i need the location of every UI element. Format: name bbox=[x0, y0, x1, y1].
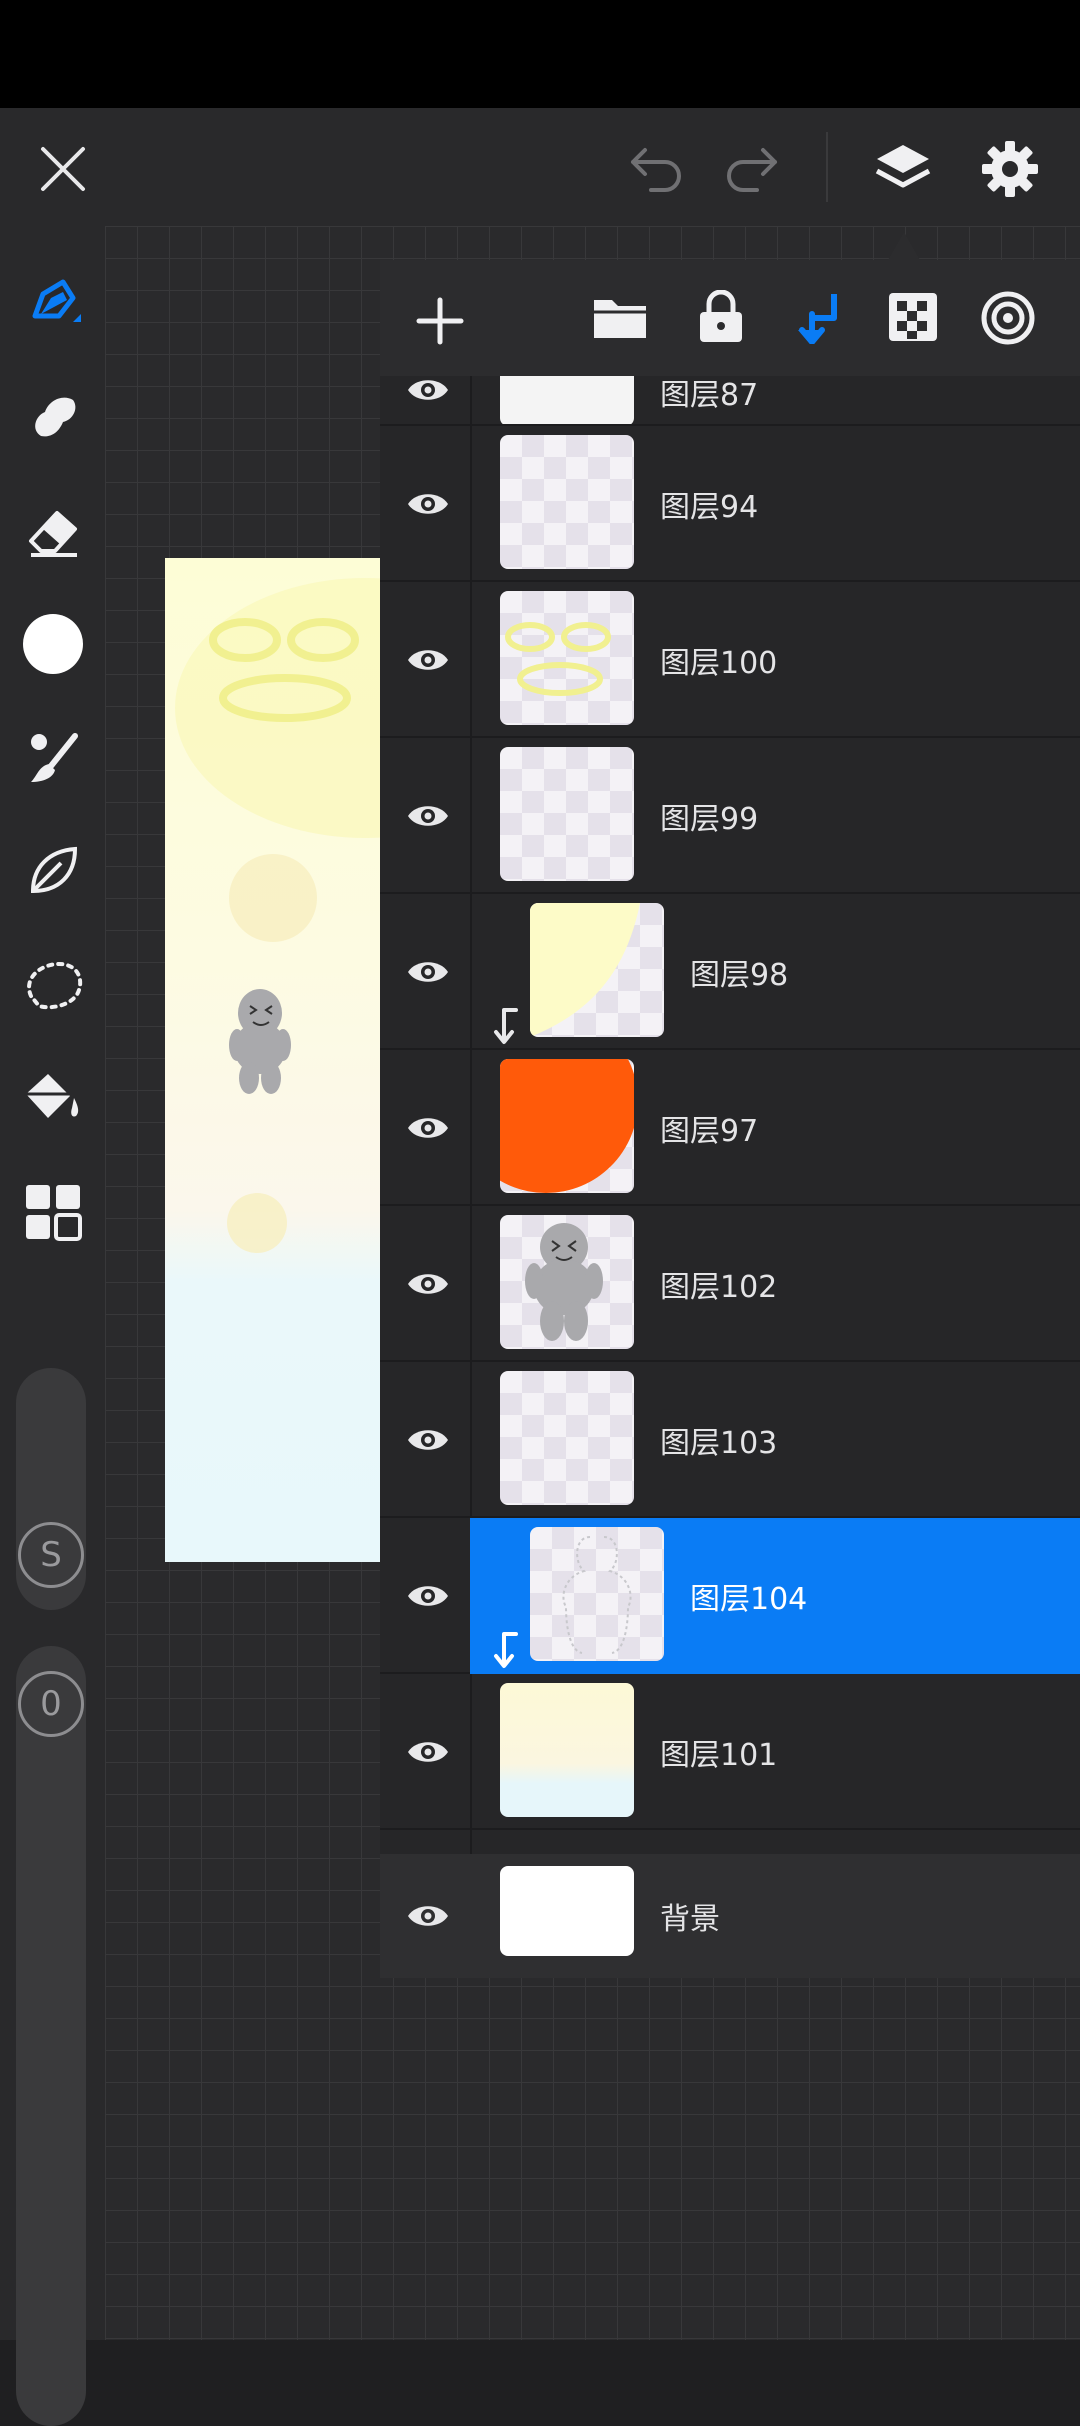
opacity-slider-knob[interactable]: 0 bbox=[18, 1671, 84, 1737]
layer-thumbnail bbox=[500, 591, 634, 725]
eye-icon[interactable] bbox=[400, 1412, 456, 1468]
layer-thumbnail bbox=[500, 1059, 634, 1193]
settings-gear-icon[interactable] bbox=[975, 134, 1045, 204]
background-layer-row[interactable]: 背景 bbox=[380, 1854, 1080, 1978]
layer-row[interactable]: 图层94 bbox=[380, 426, 1080, 582]
layer-name: 图层104 bbox=[690, 1582, 808, 1617]
layers-panel: 图层87 图层94 图层100 图层99 图层98 图层97 图层102 图层1… bbox=[380, 260, 1080, 1978]
brush-icon[interactable] bbox=[0, 262, 105, 342]
layers-icon[interactable] bbox=[868, 134, 938, 204]
layer-row[interactable]: 图层98 bbox=[380, 894, 1080, 1050]
liquify-icon[interactable] bbox=[0, 831, 105, 911]
layer-name: 图层102 bbox=[660, 1270, 778, 1305]
layer-name: 图层87 bbox=[660, 378, 759, 413]
status-bar bbox=[0, 0, 1080, 108]
background-layer-name: 背景 bbox=[660, 1902, 720, 1937]
panel-pointer bbox=[888, 232, 920, 260]
clipping-arrow-icon bbox=[490, 1006, 520, 1046]
eye-icon[interactable] bbox=[400, 1568, 456, 1624]
selection-icon[interactable] bbox=[0, 946, 105, 1026]
eye-icon[interactable] bbox=[400, 476, 456, 532]
eraser-icon[interactable] bbox=[0, 491, 105, 571]
layer-row[interactable]: 图层87 bbox=[380, 376, 1080, 426]
eye-icon[interactable] bbox=[400, 1888, 456, 1944]
size-slider-knob[interactable]: S bbox=[18, 1522, 84, 1588]
undo-icon[interactable] bbox=[620, 138, 690, 200]
layer-thumbnail bbox=[530, 1527, 664, 1661]
layer-row[interactable]: 图层99 bbox=[380, 738, 1080, 894]
eye-icon[interactable] bbox=[400, 376, 456, 418]
layer-name: 图层97 bbox=[660, 1114, 759, 1149]
eye-icon[interactable] bbox=[400, 1724, 456, 1780]
eye-icon[interactable] bbox=[400, 944, 456, 1000]
layer-row[interactable]: 图层102 bbox=[380, 1206, 1080, 1362]
layer-thumbnail bbox=[500, 435, 634, 569]
smudge-icon[interactable] bbox=[0, 376, 105, 456]
folder-icon[interactable] bbox=[592, 292, 648, 346]
eye-icon[interactable] bbox=[400, 632, 456, 688]
left-toolbar: S 0 bbox=[0, 226, 105, 2426]
layer-name: 图层99 bbox=[660, 802, 759, 837]
layer-thumbnail bbox=[500, 1683, 634, 1817]
top-bar bbox=[0, 108, 1080, 226]
clipping-mask-icon[interactable] bbox=[796, 290, 844, 348]
divider bbox=[826, 132, 828, 202]
blend-mode-icon[interactable] bbox=[980, 290, 1036, 350]
layer-name: 图层94 bbox=[660, 490, 759, 525]
layer-name: 图层100 bbox=[660, 646, 778, 681]
layer-thumbnail bbox=[500, 376, 634, 424]
layer-name: 图层103 bbox=[660, 1426, 778, 1461]
eye-icon[interactable] bbox=[400, 1100, 456, 1156]
opacity-slider[interactable]: 0 bbox=[16, 1646, 86, 2426]
layer-row[interactable]: 图层103 bbox=[380, 1362, 1080, 1518]
apps-icon[interactable] bbox=[0, 1172, 105, 1252]
layers-panel-header bbox=[380, 260, 1080, 376]
eye-icon[interactable] bbox=[400, 1256, 456, 1312]
redo-icon[interactable] bbox=[718, 138, 788, 200]
layer-thumbnail bbox=[500, 1371, 634, 1505]
add-layer-icon[interactable] bbox=[415, 296, 465, 350]
eye-icon[interactable] bbox=[400, 788, 456, 844]
fill-bucket-icon[interactable] bbox=[0, 1058, 105, 1138]
close-icon[interactable] bbox=[28, 134, 98, 204]
layer-thumbnail bbox=[530, 903, 664, 1037]
brush-size-slider[interactable]: S bbox=[16, 1368, 86, 1610]
layer-row[interactable]: 图层101 bbox=[380, 1674, 1080, 1830]
layer-thumbnail bbox=[500, 747, 634, 881]
layer-row[interactable]: 图层100 bbox=[380, 582, 1080, 738]
color-icon[interactable] bbox=[0, 604, 105, 684]
lock-icon[interactable] bbox=[696, 289, 746, 348]
clipping-arrow-icon bbox=[490, 1630, 520, 1670]
layer-name: 图层101 bbox=[660, 1738, 778, 1773]
layer-thumbnail bbox=[500, 1215, 634, 1349]
brush-library-icon[interactable] bbox=[0, 718, 105, 798]
alpha-lock-icon[interactable] bbox=[888, 292, 938, 346]
background-color-swatch[interactable] bbox=[500, 1866, 634, 1956]
layer-row-selected[interactable]: 图层104 bbox=[380, 1518, 1080, 1674]
layer-row[interactable]: 图层97 bbox=[380, 1050, 1080, 1206]
layer-name: 图层98 bbox=[690, 958, 789, 993]
